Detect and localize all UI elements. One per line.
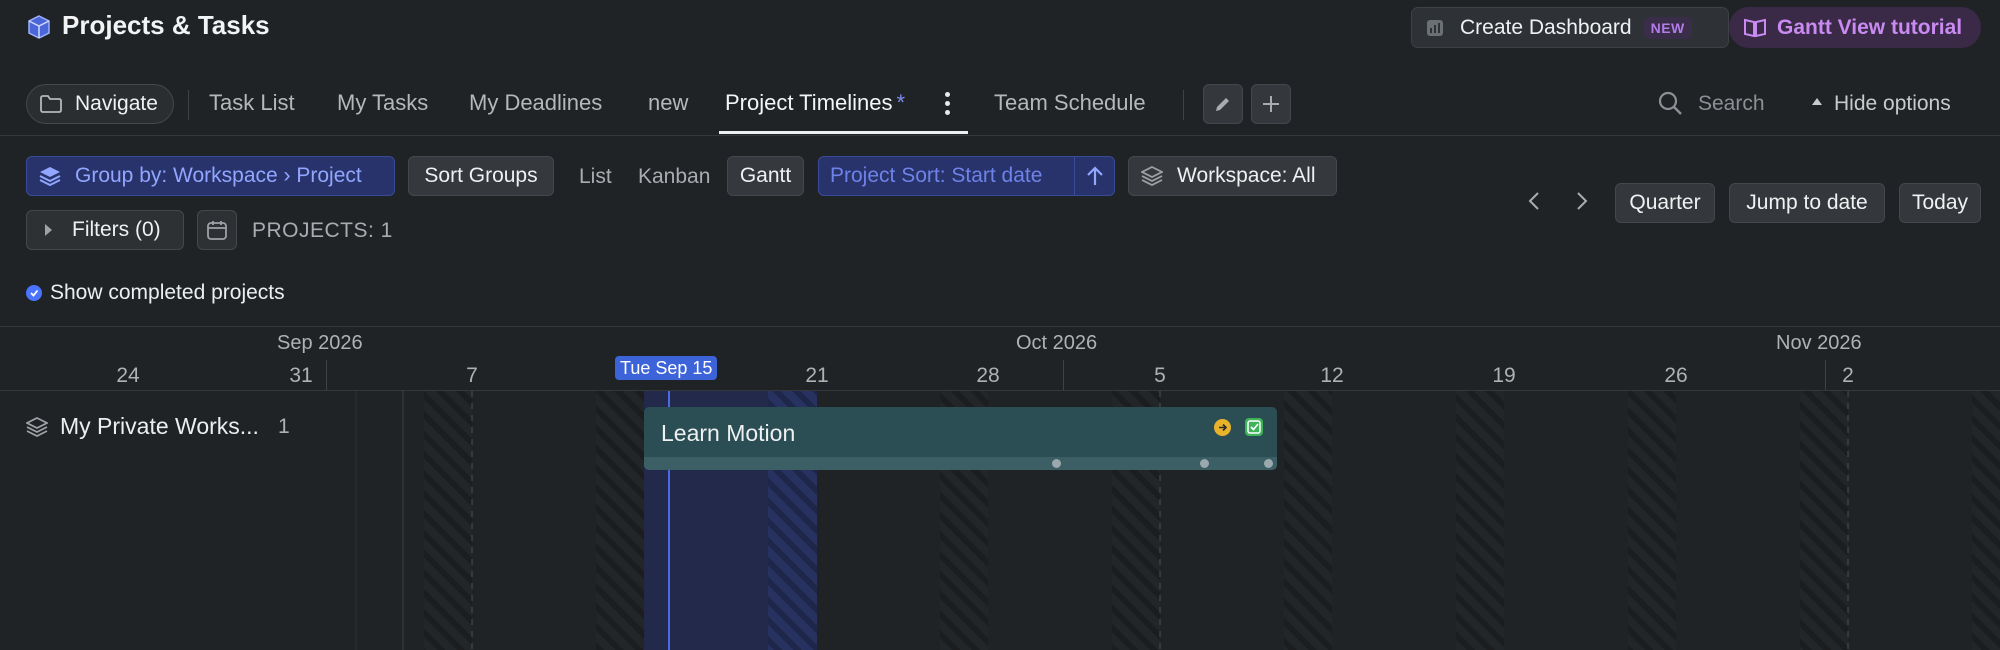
completed-check-icon[interactable] [1245, 418, 1263, 436]
view-gantt[interactable]: Gantt [727, 156, 804, 196]
pencil-icon [1216, 98, 1229, 111]
book-icon [1744, 18, 1766, 37]
projects-count: PROJECTS: 1 [252, 219, 393, 242]
search-icon[interactable] [1657, 90, 1683, 116]
project-progress-track [644, 457, 1277, 470]
milestone-dot[interactable] [1052, 459, 1061, 468]
workspace-filter-button[interactable]: Workspace: All [1128, 156, 1337, 196]
tab-divider [188, 90, 189, 120]
quarter-button[interactable]: Quarter [1615, 183, 1715, 223]
caret-up-icon [1812, 97, 1822, 105]
month-label: Nov 2026 [1776, 332, 1862, 354]
folder-icon [40, 95, 62, 113]
month-label: Sep 2026 [277, 332, 363, 354]
hide-options-button[interactable]: Hide options [1812, 92, 1951, 116]
filters-button[interactable]: Filters (0) [26, 210, 184, 250]
group-by-button[interactable]: Group by: Workspace › Project [26, 156, 395, 196]
hide-options-label: Hide options [1834, 92, 1951, 115]
workspace-label: Workspace: All [1177, 164, 1316, 187]
view-tabs: Navigate Task List My Tasks My Deadlines… [0, 80, 2000, 136]
create-dashboard-button[interactable]: Create Dashboard NEW [1411, 7, 1729, 48]
search-input[interactable]: Search [1698, 92, 1765, 116]
layers-icon [26, 416, 48, 437]
project-bar[interactable]: Learn Motion [644, 407, 1277, 470]
show-completed-toggle[interactable]: Show completed projects [26, 281, 285, 305]
day-label: 26 [1664, 364, 1688, 387]
cube-icon [28, 15, 50, 39]
gantt-tutorial-button[interactable]: Gantt View tutorial [1729, 7, 1981, 48]
day-label: 21 [805, 364, 829, 387]
workspace-name: My Private Works... [60, 413, 259, 439]
app-header: Projects & Tasks Create Dashboard NEW Ga… [0, 0, 2000, 56]
project-title: Learn Motion [661, 420, 796, 446]
tab-my-deadlines[interactable]: My Deadlines [469, 90, 602, 116]
tab-team-schedule[interactable]: Team Schedule [994, 90, 1146, 116]
new-badge: NEW [1643, 16, 1692, 39]
today-marker: Tue Sep 15 [615, 356, 718, 380]
day-label: 28 [976, 364, 1000, 387]
tab-task-list[interactable]: Task List [209, 90, 295, 116]
month-divider [326, 360, 327, 390]
day-label: 12 [1320, 364, 1344, 387]
unsaved-marker: * [896, 90, 906, 115]
create-dashboard-label: Create Dashboard [1460, 15, 1632, 39]
project-sort-label: Project Sort: Start date [830, 164, 1043, 187]
day-label: 31 [289, 364, 313, 387]
chart-icon [1427, 19, 1443, 36]
add-view-button[interactable] [1251, 84, 1291, 124]
day-label: 5 [1154, 364, 1166, 387]
milestone-dot[interactable] [1200, 459, 1209, 468]
day-label: 2 [1842, 364, 1854, 387]
timeline-header: Sep 2026 Oct 2026 Nov 2026 24 31 7 14 21… [0, 326, 2000, 391]
app-window: Projects & Tasks Create Dashboard NEW Ga… [0, 0, 2000, 650]
tab-new[interactable]: new [648, 90, 688, 116]
tutorial-label: Gantt View tutorial [1777, 15, 1963, 39]
sort-direction-button[interactable] [1074, 157, 1114, 195]
tab-divider [1183, 90, 1184, 120]
gantt-grid: My Private Works... 1 Learn Motion [0, 391, 2000, 650]
filters-label: Filters (0) [72, 218, 161, 241]
day-label: 19 [1492, 364, 1516, 387]
navigate-button[interactable]: Navigate [26, 84, 174, 124]
chevron-left-icon[interactable] [1527, 190, 1541, 212]
plus-icon [1263, 96, 1279, 112]
project-sort-button[interactable]: Project Sort: Start date [818, 156, 1115, 196]
tab-more-icon[interactable] [945, 92, 951, 116]
tab-project-timelines-label: Project Timelines [725, 90, 893, 115]
status-icon[interactable] [1214, 419, 1231, 436]
tab-project-timelines[interactable]: Project Timelines * [725, 90, 905, 116]
calendar-icon [207, 221, 227, 240]
chevron-right-icon[interactable] [1575, 190, 1589, 212]
sort-groups-button[interactable]: Sort Groups [408, 156, 554, 196]
today-button[interactable]: Today [1899, 183, 1981, 223]
day-label: 24 [116, 364, 140, 387]
active-tab-indicator [719, 131, 968, 134]
chevron-right-icon [45, 224, 52, 236]
view-kanban[interactable]: Kanban [638, 165, 710, 189]
tab-my-tasks[interactable]: My Tasks [337, 90, 428, 116]
arrow-up-icon [1086, 166, 1103, 185]
view-list[interactable]: List [579, 165, 612, 189]
jump-to-date-button[interactable]: Jump to date [1729, 183, 1885, 223]
layers-icon [1141, 166, 1163, 186]
navigate-label: Navigate [75, 92, 158, 115]
day-label: 7 [466, 364, 478, 387]
workspace-project-count: 1 [278, 415, 290, 438]
month-divider [1063, 360, 1064, 390]
show-completed-label: Show completed projects [50, 281, 285, 304]
calendar-button[interactable] [197, 210, 237, 250]
month-divider [1825, 360, 1826, 390]
milestone-dot[interactable] [1264, 459, 1273, 468]
group-by-label: Group by: Workspace › Project [75, 164, 362, 187]
layers-icon [39, 167, 61, 186]
checkbox-checked-icon[interactable] [26, 285, 42, 301]
month-label: Oct 2026 [1016, 332, 1098, 354]
edit-view-button[interactable] [1203, 84, 1243, 124]
page-title: Projects & Tasks [62, 10, 270, 40]
workspace-row-label[interactable]: My Private Works... [26, 413, 259, 440]
